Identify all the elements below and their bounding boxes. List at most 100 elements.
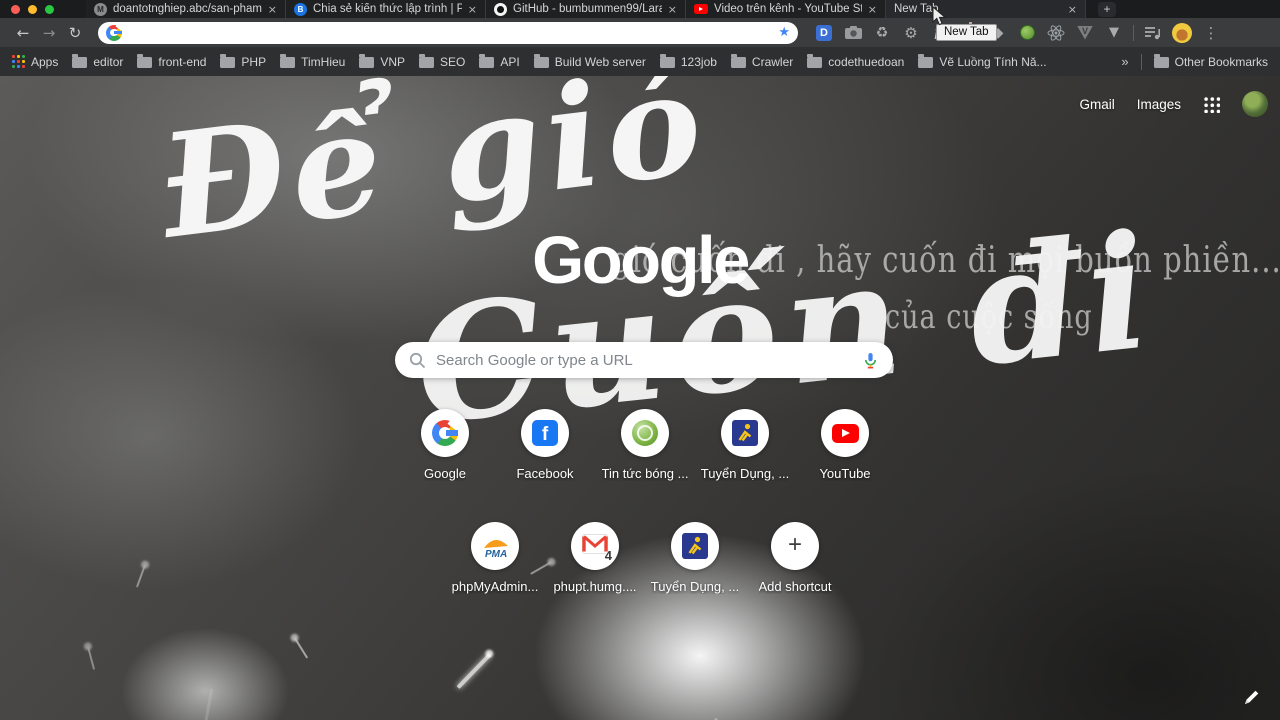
- folder-icon: [730, 54, 746, 68]
- bookmark-label: Apps: [31, 54, 59, 69]
- bookmark-folder-vnp[interactable]: VNP: [359, 54, 405, 69]
- job-runner-icon: [682, 533, 708, 559]
- bookmark-folder-build-web-server[interactable]: Build Web server: [533, 54, 646, 69]
- bookmark-folder-crawler[interactable]: Crawler: [730, 54, 794, 69]
- bookmark-folder-timhieu[interactable]: TimHieu: [280, 54, 345, 69]
- shortcut-tuyen-dung-1[interactable]: Tuyển Dụng, ...: [695, 409, 795, 481]
- shortcut-label: YouTube: [819, 466, 871, 481]
- bookmark-folder-seo[interactable]: SEO: [419, 54, 466, 69]
- shortcut-phpmyadmin[interactable]: PMA phpMyAdmin...: [445, 522, 545, 594]
- green-monkey-icon[interactable]: [1017, 23, 1037, 43]
- tab-doantotnghiep[interactable]: M doantotnghiep.abc/san-pham/ ×: [86, 0, 286, 18]
- v-down-icon[interactable]: ▼: [1104, 23, 1124, 43]
- ntp-header: Gmail Images: [1079, 91, 1268, 117]
- shortcut-phupt-humg[interactable]: 4 phupt.humg....: [545, 522, 645, 594]
- tab-new-tab[interactable]: New Tab ×: [886, 0, 1086, 18]
- folder-icon: [479, 54, 495, 68]
- images-link[interactable]: Images: [1137, 97, 1181, 112]
- vue-devtools-icon[interactable]: V: [1075, 23, 1095, 43]
- other-bookmarks[interactable]: Other Bookmarks: [1153, 54, 1268, 69]
- bookmark-label: SEO: [440, 54, 466, 69]
- customize-pencil-icon[interactable]: [1242, 687, 1262, 712]
- green-ball-icon: [632, 420, 658, 446]
- bookmark-apps[interactable]: Apps: [12, 55, 58, 69]
- close-icon[interactable]: ×: [1068, 3, 1077, 16]
- react-devtools-icon[interactable]: [1046, 23, 1066, 43]
- menu-kebab-icon[interactable]: ⋮: [1201, 23, 1221, 43]
- google-apps-grid-icon[interactable]: [1203, 95, 1220, 113]
- youtube-icon: [831, 423, 859, 443]
- extensions-area: D ♻ ⚙ f? ◆ V ▼ ⋮: [814, 22, 1221, 43]
- minimize-window-button[interactable]: [28, 5, 37, 14]
- bookmark-folder-front-end[interactable]: front-end: [137, 54, 206, 69]
- forward-icon[interactable]: →: [36, 24, 62, 42]
- shortcut-tin-tuc-bong[interactable]: Tin tức bóng ...: [595, 409, 695, 481]
- browser-window: M doantotnghiep.abc/san-pham/ × B Chia s…: [0, 0, 1280, 720]
- bookmark-folder-php[interactable]: PHP: [220, 54, 266, 69]
- zoom-window-button[interactable]: [45, 5, 54, 14]
- tab-github[interactable]: GitHub - bumbummen99/Lara ×: [486, 0, 686, 18]
- tab-title: Video trên kênh - YouTube Stu: [714, 3, 862, 15]
- reload-icon[interactable]: ↻: [62, 24, 88, 42]
- search-input[interactable]: [436, 351, 852, 369]
- bookmarks-divider: [1140, 53, 1142, 70]
- tab-title: doantotnghiep.abc/san-pham/: [113, 3, 262, 15]
- folder-icon: [359, 54, 375, 68]
- gmail-link[interactable]: Gmail: [1079, 97, 1114, 112]
- folder-icon: [918, 54, 934, 68]
- phpmyadmin-icon: PMA: [484, 539, 508, 560]
- facebook-icon: f: [532, 420, 558, 446]
- tab-strip: M doantotnghiep.abc/san-pham/ × B Chia s…: [0, 0, 1280, 18]
- playlist-icon[interactable]: [1143, 23, 1163, 43]
- shortcut-google[interactable]: Google: [395, 409, 495, 481]
- close-icon[interactable]: ×: [868, 3, 877, 16]
- bookmark-folder-api[interactable]: API: [479, 54, 520, 69]
- overflow-chevron-icon[interactable]: »: [1121, 54, 1128, 69]
- camera-icon[interactable]: [843, 23, 863, 43]
- account-avatar[interactable]: [1242, 91, 1268, 117]
- new-tab-button[interactable]: +: [1098, 1, 1116, 17]
- bookmark-label: Crawler: [751, 54, 794, 69]
- shortcut-label: Facebook: [516, 466, 574, 481]
- plus-icon: +: [787, 531, 802, 558]
- mic-icon[interactable]: [862, 352, 879, 369]
- google-logo: Google: [532, 223, 750, 298]
- job-runner-icon: [732, 420, 758, 446]
- close-icon[interactable]: ×: [668, 3, 677, 16]
- shortcut-label: Tuyển Dụng, ...: [700, 466, 790, 481]
- recycle-icon[interactable]: ♻: [872, 23, 892, 43]
- close-icon[interactable]: ×: [268, 3, 277, 16]
- tab-title: New Tab: [894, 3, 939, 15]
- bookmark-folder-ve-luong[interactable]: Vẽ Luồng Tính Nă...: [918, 54, 1047, 69]
- profile-avatar[interactable]: [1172, 22, 1192, 43]
- bookmark-star-icon[interactable]: ★: [778, 25, 790, 40]
- add-shortcut-button[interactable]: + Add shortcut: [745, 522, 845, 594]
- github-icon: [494, 2, 507, 16]
- shortcut-label: Tin tức bóng ...: [601, 466, 689, 481]
- bookmark-folder-codethuedoan[interactable]: codethuedoan: [807, 54, 904, 69]
- bookmark-folder-123job[interactable]: 123job: [659, 54, 717, 69]
- b-icon: B: [294, 2, 307, 16]
- d-extension-icon[interactable]: D: [814, 23, 834, 43]
- bookmark-folder-editor[interactable]: editor: [72, 54, 124, 69]
- close-icon[interactable]: ×: [468, 3, 477, 16]
- shortcut-youtube[interactable]: YouTube: [795, 409, 895, 481]
- google-icon: [432, 418, 461, 446]
- tab-youtube-studio[interactable]: Video trên kênh - YouTube Stu ×: [686, 0, 886, 18]
- toolbar: ← → ↻ ★ D ♻ ⚙ f? ◆ V ▼: [0, 18, 1280, 47]
- shortcuts-row-2: PMA phpMyAdmin... 4 phupt.humg.... Tuyển…: [445, 522, 845, 594]
- close-window-button[interactable]: [11, 5, 20, 14]
- address-bar[interactable]: ★: [98, 21, 798, 44]
- shortcut-label: Google: [424, 466, 466, 481]
- bookmarks-right: » Other Bookmarks: [1121, 53, 1268, 70]
- folder-icon: [419, 54, 435, 68]
- tab-chia-se-kien-thuc[interactable]: B Chia sẻ kiến thức lập trình | PH ×: [286, 0, 486, 18]
- shortcut-tuyen-dung-2[interactable]: Tuyển Dụng, ...: [645, 522, 745, 594]
- bookmark-label: Build Web server: [554, 54, 646, 69]
- shortcut-facebook[interactable]: f Facebook: [495, 409, 595, 481]
- gear-icon[interactable]: ⚙: [901, 23, 921, 43]
- shortcut-label: phupt.humg....: [553, 579, 637, 594]
- search-box[interactable]: [395, 342, 893, 378]
- back-icon[interactable]: ←: [10, 24, 36, 42]
- bookmark-label: editor: [93, 54, 124, 69]
